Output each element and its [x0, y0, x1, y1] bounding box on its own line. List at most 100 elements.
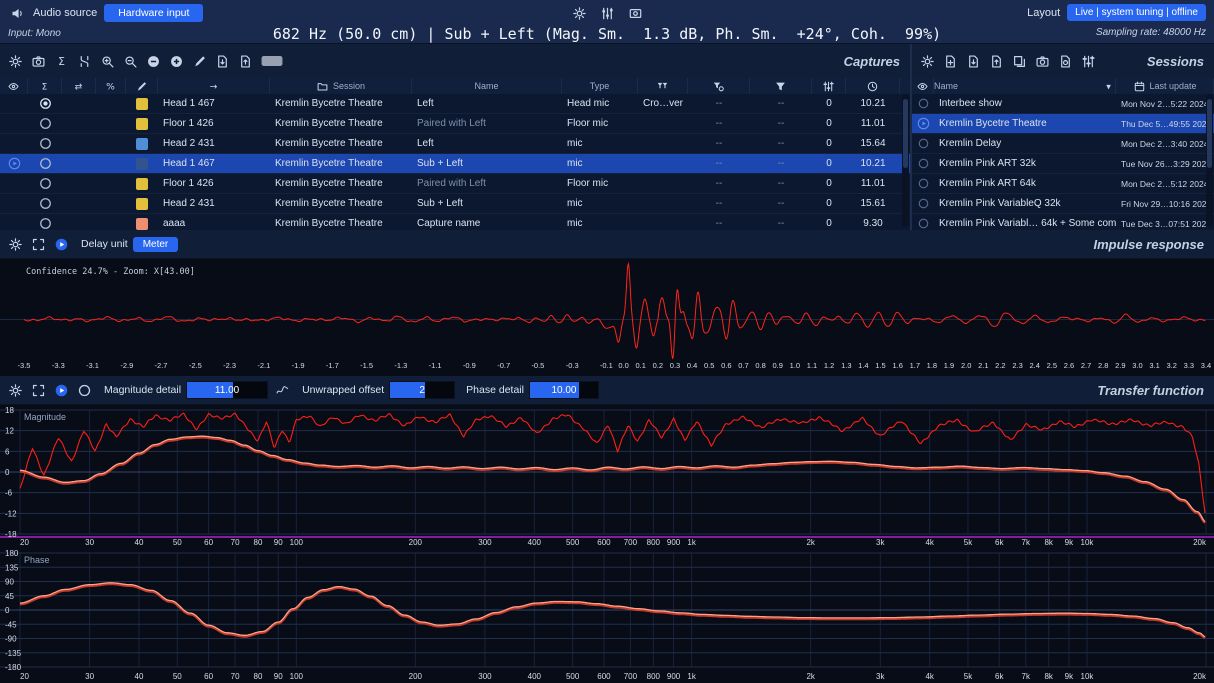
- session-row[interactable]: Kremlin Pink Variabl… 64k + Some comment…: [912, 214, 1214, 230]
- captures-col-funnel-gear[interactable]: [688, 78, 750, 94]
- zoom-in-icon[interactable]: [98, 52, 116, 70]
- capture-row[interactable]: Head 1 467Kremlin Bycetre TheatreSub + L…: [0, 154, 910, 174]
- zoom-out-icon[interactable]: [121, 52, 139, 70]
- sessions-scrollbar[interactable]: [1206, 94, 1213, 227]
- session-row[interactable]: Interbee showMon Nov 2…5:22 2024: [912, 94, 1214, 114]
- file-export-icon[interactable]: [987, 52, 1005, 70]
- captures-col-clock[interactable]: [846, 78, 900, 94]
- plus-circle-icon[interactable]: [167, 52, 185, 70]
- capture-color-swatch[interactable]: [136, 158, 148, 170]
- captures-col-polarity[interactable]: ⇄: [62, 78, 96, 94]
- display-icon[interactable]: [626, 4, 644, 22]
- capture-reference-radio[interactable]: [38, 96, 53, 111]
- minus-circle-icon[interactable]: [144, 52, 162, 70]
- camera-icon[interactable]: [29, 52, 47, 70]
- hardware-input-button[interactable]: Hardware input: [104, 4, 203, 22]
- capture-row[interactable]: Floor 1 426Kremlin Bycetre TheatrePaired…: [0, 114, 910, 134]
- capture-color-swatch[interactable]: [136, 178, 148, 190]
- layout-menu[interactable]: Layout: [1027, 7, 1060, 19]
- capture-color-swatch[interactable]: [136, 138, 148, 150]
- fullscreen-icon[interactable]: [29, 235, 47, 253]
- tuning-icon[interactable]: [598, 4, 616, 22]
- capture-filter-2: --: [750, 114, 812, 133]
- gear-icon[interactable]: [6, 52, 24, 70]
- captures-col-brush[interactable]: [126, 78, 158, 94]
- capture-time: 9.30: [846, 214, 900, 230]
- captures-col-arrow-right[interactable]: →: [158, 78, 270, 94]
- session-row[interactable]: Kremlin Bycetre TheatreThu Dec 5…49:55 2…: [912, 114, 1214, 134]
- unwrap-icon[interactable]: [273, 381, 291, 399]
- capture-reference-radio[interactable]: [38, 176, 53, 191]
- captures-scrollbar-thumb[interactable]: [903, 99, 908, 168]
- sum-icon[interactable]: Σ: [52, 52, 70, 70]
- brush-icon[interactable]: [190, 52, 208, 70]
- meter-button[interactable]: Meter: [133, 237, 179, 252]
- capture-row[interactable]: Head 1 467Kremlin Bycetre TheatreLeftHea…: [0, 94, 910, 114]
- captures-col-type[interactable]: Type: [562, 78, 638, 94]
- file-import-icon[interactable]: [213, 52, 231, 70]
- impulse-response-chart[interactable]: -3.5-3.3-3.1-2.9-2.7-2.5-2.3-2.1-1.9-1.7…: [0, 259, 1214, 377]
- gear-icon[interactable]: [570, 4, 588, 22]
- capture-row[interactable]: aaaaKremlin Bycetre TheatreCapture namem…: [0, 214, 910, 230]
- transfer-function-chart[interactable]: 181260-6-12-1818013590450-45-90-135-1802…: [0, 405, 1214, 683]
- sessions-col-name[interactable]: Name▾: [934, 78, 1116, 94]
- captures-col-name[interactable]: Name: [412, 78, 562, 94]
- play-icon[interactable]: [52, 381, 70, 399]
- magnitude-detail-input[interactable]: 11.00: [186, 381, 268, 399]
- capture-reference-radio[interactable]: [38, 136, 53, 151]
- phase-detail-input[interactable]: 10.00: [529, 381, 599, 399]
- merge-icon[interactable]: [75, 52, 93, 70]
- captures-col-session[interactable]: Session: [270, 78, 412, 94]
- capture-reference-radio[interactable]: [38, 216, 53, 230]
- capture-reference-radio[interactable]: [38, 156, 53, 171]
- capture-row[interactable]: Head 2 431Kremlin Bycetre TheatreLeftmic…: [0, 134, 910, 154]
- session-last-update: Fri Nov 29…10:16 2024: [1116, 194, 1214, 213]
- mode-switch-button[interactable]: Live | system tuning | offline: [1067, 4, 1206, 21]
- gear-icon[interactable]: [6, 235, 24, 253]
- captures-col-sliders[interactable]: [812, 78, 846, 94]
- capture-color-swatch[interactable]: [136, 98, 148, 110]
- cell: [62, 94, 96, 113]
- capture-row[interactable]: Floor 1 426Kremlin Bycetre TheatrePaired…: [0, 174, 910, 194]
- capture-reference-radio[interactable]: [38, 196, 53, 211]
- capture-color-swatch[interactable]: [136, 118, 148, 130]
- capture-color-swatch[interactable]: [136, 218, 148, 230]
- fullscreen-icon[interactable]: [29, 381, 47, 399]
- swatch-icon[interactable]: [259, 52, 285, 70]
- cell: [62, 174, 96, 193]
- capture-row[interactable]: Head 2 431Kremlin Bycetre TheatreSub + L…: [0, 194, 910, 214]
- captures-col-funnel[interactable]: [750, 78, 812, 94]
- session-row[interactable]: Kremlin Pink VariableQ 32kFri Nov 29…10:…: [912, 194, 1214, 214]
- sessions-col-last-update[interactable]: Last update: [1116, 78, 1214, 94]
- camera-icon[interactable]: [1033, 52, 1051, 70]
- captures-col-percent[interactable]: %: [96, 78, 126, 94]
- gear-icon[interactable]: [6, 381, 24, 399]
- play-icon[interactable]: [52, 235, 70, 253]
- sort-descending-icon: ▾: [1101, 79, 1115, 93]
- folder-icon: [316, 79, 330, 93]
- file-import-icon[interactable]: [964, 52, 982, 70]
- captures-scrollbar[interactable]: [902, 94, 909, 227]
- record-icon[interactable]: [75, 381, 93, 399]
- gear-icon[interactable]: [918, 52, 936, 70]
- file-export-icon[interactable]: [236, 52, 254, 70]
- captures-col-funnel-pair[interactable]: [638, 78, 688, 94]
- session-row[interactable]: Kremlin Pink ART 32kTue Nov 26…3:29 2024: [912, 154, 1214, 174]
- session-row[interactable]: Kremlin Pink ART 64kMon Dec 2…5:12 2024: [912, 174, 1214, 194]
- sessions-col-eye[interactable]: [912, 78, 934, 94]
- capture-type: Floor mic: [562, 174, 638, 193]
- unwrapped-offset-input[interactable]: 2: [389, 381, 455, 399]
- captures-col-sum[interactable]: Σ: [28, 78, 62, 94]
- file-gear-icon[interactable]: [1056, 52, 1074, 70]
- svg-text:1.6: 1.6: [892, 361, 902, 370]
- captures-col-eye[interactable]: [0, 78, 28, 94]
- capture-color-swatch[interactable]: [136, 198, 148, 210]
- sliders-icon[interactable]: [1079, 52, 1097, 70]
- captures-toolbar-icons: Σ: [6, 52, 285, 70]
- sessions-scrollbar-thumb[interactable]: [1207, 99, 1212, 168]
- capture-reference-radio[interactable]: [38, 116, 53, 131]
- capture-filter-2: --: [750, 194, 812, 213]
- session-row[interactable]: Kremlin DelayMon Dec 2…3:40 2024: [912, 134, 1214, 154]
- copy-icon[interactable]: [1010, 52, 1028, 70]
- file-new-icon[interactable]: [941, 52, 959, 70]
